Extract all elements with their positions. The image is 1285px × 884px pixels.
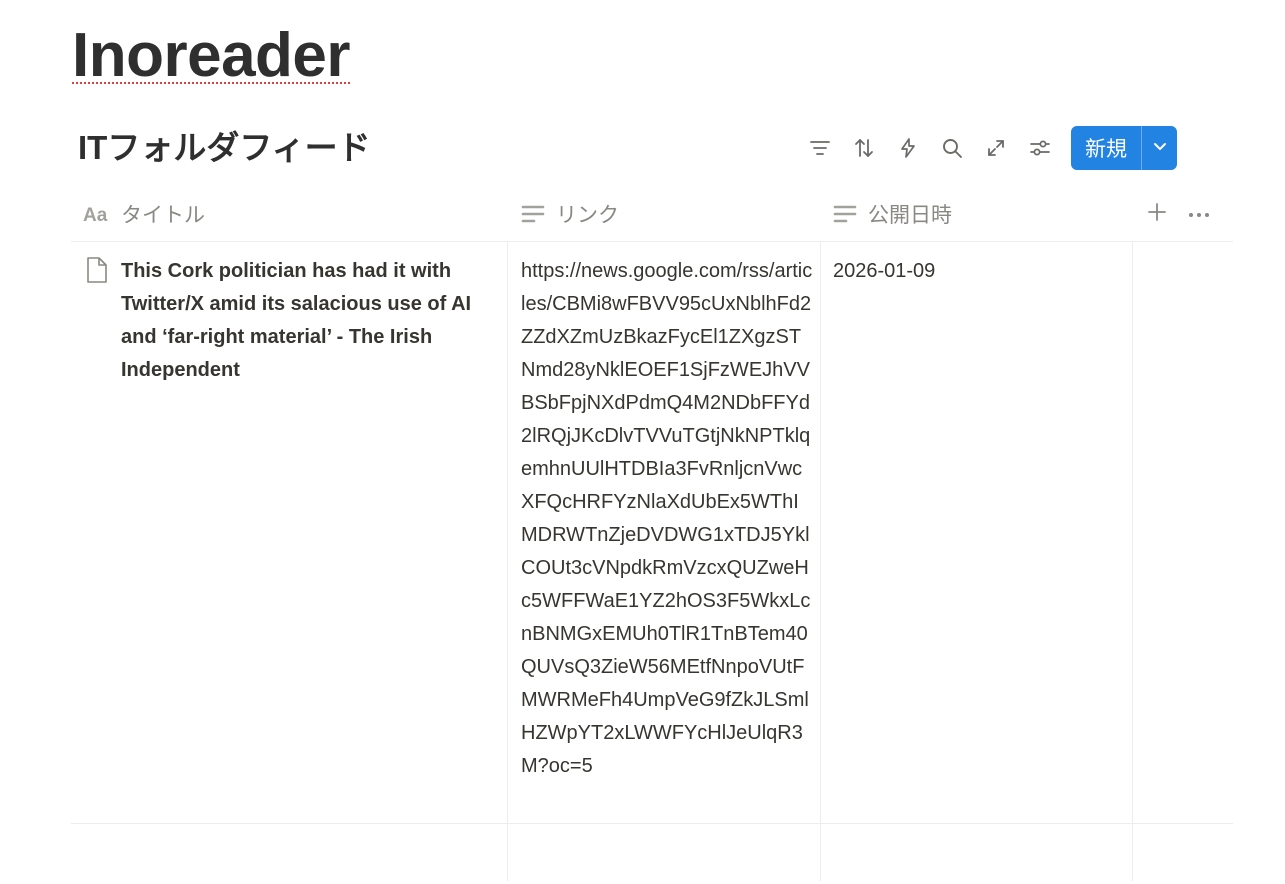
sort-button[interactable] [842,126,886,170]
svg-text:Aa: Aa [83,205,108,224]
new-entry-button-group: 新規 [1071,126,1177,170]
search-button[interactable] [930,126,974,170]
database-table: Aa タイトル リンク 公開日時 This Cork politician ha… [71,187,1233,884]
text-lines-icon [833,204,857,224]
search-icon [941,137,963,159]
published-cell[interactable]: 2026-01-09 [821,242,1132,823]
new-entry-dropdown-button[interactable] [1142,126,1177,170]
chevron-down-icon [1151,137,1169,160]
expand-icon [985,137,1007,159]
column-header-published[interactable]: 公開日時 [833,187,952,241]
new-entry-button[interactable]: 新規 [1071,126,1141,170]
row-link[interactable]: https://news.google.com/rss/articles/CBM… [521,255,813,783]
view-settings-button[interactable] [1018,126,1062,170]
table-row[interactable]: This Cork politician has had it with Twi… [71,242,1233,824]
filter-icon [809,137,831,159]
automation-button[interactable] [886,126,930,170]
page-title: Inoreader [72,21,351,90]
text-lines-icon [521,204,545,224]
title-aa-icon: Aa [83,204,110,224]
column-header-link[interactable]: リンク [521,187,619,241]
add-property-button[interactable] [1143,200,1171,228]
filter-button[interactable] [798,126,842,170]
row-title[interactable]: This Cork politician has had it with Twi… [121,255,501,387]
database-view-title[interactable]: ITフォルダフィード [78,122,371,174]
column-header-title[interactable]: Aa タイトル [83,187,205,241]
settings-sliders-icon [1029,137,1051,159]
column-label: 公開日時 [868,204,952,227]
table-row-empty[interactable] [71,824,1233,884]
more-options-button[interactable] [1185,200,1213,228]
column-label: タイトル [121,204,205,227]
open-fullpage-button[interactable] [974,126,1018,170]
row-published-date: 2026-01-09 [833,260,936,282]
title-cell[interactable]: This Cork politician has had it with Twi… [71,242,507,823]
plus-icon [1147,202,1167,227]
sort-icon [853,137,875,159]
link-cell[interactable]: https://news.google.com/rss/articles/CBM… [508,242,820,823]
page-document-icon [85,256,109,289]
lightning-icon [897,137,919,159]
table-header: Aa タイトル リンク 公開日時 [71,187,1233,242]
database-toolbar [798,126,1062,170]
ellipsis-icon [1188,205,1210,223]
column-label: リンク [556,204,619,227]
